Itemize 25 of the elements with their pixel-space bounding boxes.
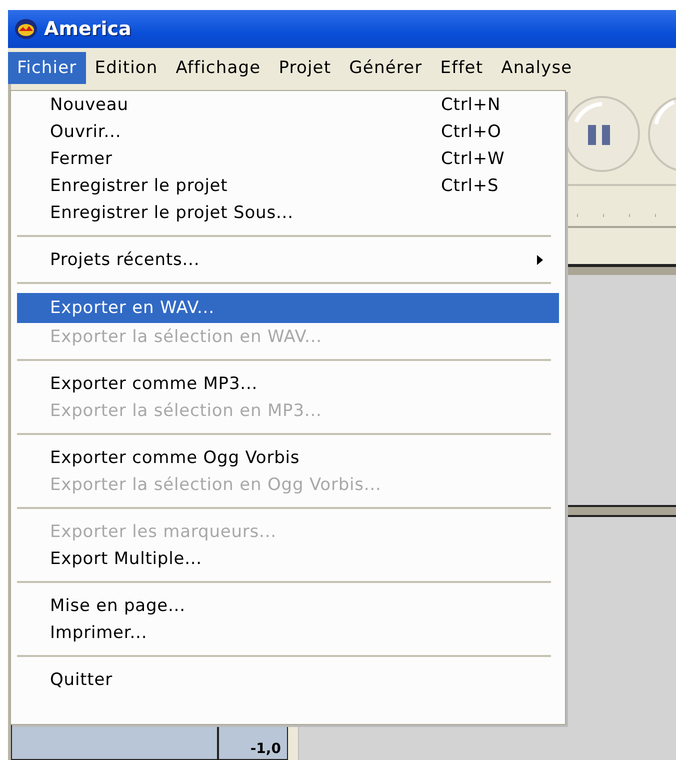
resize-grip[interactable]: [288, 725, 299, 760]
menu-item[interactable]: Quitter: [17, 666, 559, 693]
menu-item[interactable]: Mise en page...: [17, 592, 559, 619]
menu-bar-item[interactable]: Projet: [270, 52, 340, 84]
menu-bar-item[interactable]: Affichage: [166, 52, 270, 84]
menu-bar-item[interactable]: Fichier: [8, 52, 86, 84]
menu-item[interactable]: Fermer Ctrl+W: [17, 145, 559, 172]
menu-bar-item[interactable]: Analyse: [492, 52, 582, 84]
menu-item[interactable]: Exporter comme MP3...: [17, 370, 559, 397]
app-icon: [14, 18, 38, 40]
menu-item[interactable]: Enregistrer le projet Ctrl+S: [17, 172, 559, 199]
menu-item[interactable]: Exporter comme Ogg Vorbis: [17, 444, 559, 471]
submenu-arrow-icon: [537, 254, 543, 264]
window-title: America: [44, 18, 132, 40]
menu-bar-item[interactable]: Effet: [431, 52, 492, 84]
menu-item[interactable]: Nouveau Ctrl+N: [17, 91, 559, 118]
menu-item[interactable]: Export Multiple...: [17, 545, 559, 572]
menu-item[interactable]: Imprimer...: [17, 619, 559, 646]
scale-label: -1,0: [218, 725, 288, 760]
menu-bar-item[interactable]: Générer: [340, 52, 432, 84]
menu-item[interactable]: Ouvrir... Ctrl+O: [17, 118, 559, 145]
menu-item[interactable]: Projets récents...: [17, 246, 559, 273]
menu-item[interactable]: Exporter en WAV...: [17, 293, 559, 323]
menu-item[interactable]: Enregistrer le projet Sous...: [17, 199, 559, 226]
menu-bar-item[interactable]: Edition: [86, 52, 167, 84]
